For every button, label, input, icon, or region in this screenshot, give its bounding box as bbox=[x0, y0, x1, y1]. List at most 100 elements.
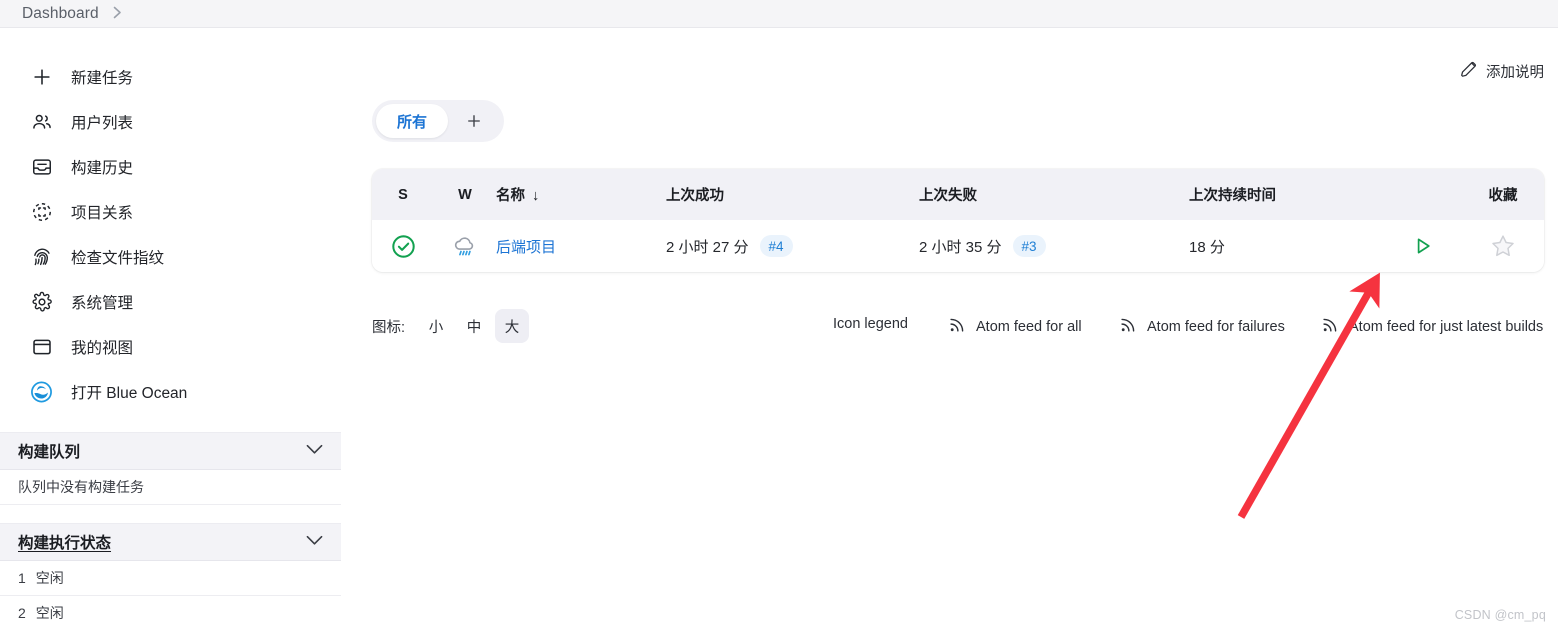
atom-feed-failures-label: Atom feed for failures bbox=[1147, 318, 1285, 335]
table-header-row: S W 名称 ↓ 上次成功 上次失败 上次持续时间 收藏 bbox=[372, 169, 1544, 220]
sidebar-nav-list: 新建任务 用户列表 构建历史 项目关系 检查文件指纹 系统管理 我的视图 打开 … bbox=[0, 28, 341, 414]
icon-legend-link[interactable]: Icon legend bbox=[833, 316, 908, 332]
sidebar-item-label: 系统管理 bbox=[71, 294, 134, 312]
last-failure-build-badge[interactable]: #3 bbox=[1012, 235, 1046, 257]
last-success-time: 2 小时 27 分 bbox=[666, 238, 749, 256]
cell-name: 后端项目 bbox=[496, 220, 666, 272]
status-success-icon[interactable] bbox=[372, 234, 434, 259]
job-name-link[interactable]: 后端项目 bbox=[496, 239, 556, 256]
executor-number: 1 bbox=[18, 570, 26, 586]
table-row: 后端项目 2 小时 27 分 #4 2 小时 35 分 #3 18 分 bbox=[372, 220, 1544, 272]
column-header-favorite[interactable]: 收藏 bbox=[1462, 169, 1544, 220]
column-header-status[interactable]: S bbox=[372, 169, 434, 220]
build-executor-header[interactable]: 构建执行状态 bbox=[0, 523, 341, 561]
sidebar: 新建任务 用户列表 构建历史 项目关系 检查文件指纹 系统管理 我的视图 打开 … bbox=[0, 28, 341, 628]
rss-icon bbox=[1322, 316, 1339, 337]
rss-icon bbox=[1120, 316, 1137, 337]
sidebar-item-label: 构建历史 bbox=[71, 159, 134, 177]
sidebar-item-label: 用户列表 bbox=[71, 114, 134, 132]
view-tabbar: 所有 bbox=[372, 100, 504, 142]
sidebar-item-blue-ocean[interactable]: 打开 Blue Ocean bbox=[0, 369, 341, 414]
column-header-last-duration[interactable]: 上次持续时间 bbox=[1189, 169, 1384, 220]
executor-row: 2 空闲 bbox=[0, 596, 341, 628]
sidebar-item-label: 我的视图 bbox=[71, 339, 134, 357]
icon-legend-label: Icon legend bbox=[833, 316, 908, 332]
tab-all[interactable]: 所有 bbox=[376, 104, 448, 138]
play-icon[interactable] bbox=[1384, 234, 1462, 258]
icon-size-group: 图标: 小 中 大 bbox=[372, 309, 530, 343]
icon-size-large-button[interactable]: 大 bbox=[495, 309, 530, 343]
gear-icon bbox=[30, 290, 53, 313]
atom-feed-all-label: Atom feed for all bbox=[976, 318, 1082, 335]
icon-size-medium-button[interactable]: 中 bbox=[457, 309, 491, 343]
add-view-button[interactable] bbox=[448, 104, 500, 138]
column-header-name-label: 名称 bbox=[496, 188, 525, 204]
column-header-name[interactable]: 名称 ↓ bbox=[496, 169, 666, 220]
build-queue-header[interactable]: 构建队列 bbox=[0, 432, 341, 470]
build-executor-title[interactable]: 构建执行状态 bbox=[18, 531, 111, 553]
atom-feed-all-link[interactable]: Atom feed for all bbox=[949, 316, 1082, 337]
pencil-icon bbox=[1459, 60, 1477, 82]
executor-number: 2 bbox=[18, 605, 26, 621]
sidebar-item-label: 项目关系 bbox=[71, 204, 134, 222]
sidebar-item-build-history[interactable]: 构建历史 bbox=[0, 144, 341, 189]
weather-rain-icon[interactable] bbox=[434, 233, 496, 260]
cell-favorite bbox=[1462, 220, 1544, 272]
cell-run bbox=[1384, 220, 1462, 272]
column-header-run bbox=[1384, 169, 1462, 220]
sidebar-item-project-relations[interactable]: 项目关系 bbox=[0, 189, 341, 234]
icon-size-small-button[interactable]: 小 bbox=[419, 309, 453, 343]
sidebar-item-users[interactable]: 用户列表 bbox=[0, 99, 341, 144]
icon-size-label: 图标: bbox=[372, 319, 406, 336]
plus-icon bbox=[30, 65, 53, 88]
chevron-right-icon bbox=[113, 6, 122, 22]
last-failure-time: 2 小时 35 分 bbox=[919, 238, 1002, 256]
column-header-last-success[interactable]: 上次成功 bbox=[666, 169, 919, 220]
sort-arrow-down-icon: ↓ bbox=[532, 188, 540, 204]
build-queue-empty-text: 队列中没有构建任务 bbox=[18, 479, 144, 495]
main-content: 添加说明 所有 S W 名称 ↓ 上次成功 上次失败 上次持续时间 收藏 后端项… bbox=[341, 28, 1558, 628]
column-header-last-failure[interactable]: 上次失败 bbox=[919, 169, 1189, 220]
window-icon bbox=[30, 335, 53, 358]
sidebar-item-fingerprint[interactable]: 检查文件指纹 bbox=[0, 234, 341, 279]
cell-last-failure: 2 小时 35 分 #3 bbox=[919, 220, 1189, 272]
relations-icon bbox=[30, 200, 53, 223]
build-queue-empty-row: 队列中没有构建任务 bbox=[0, 470, 341, 505]
table-footer: 图标: 小 中 大 Icon legend Atom feed for all bbox=[341, 305, 1558, 349]
sidebar-item-manage-jenkins[interactable]: 系统管理 bbox=[0, 279, 341, 324]
executor-status: 空闲 bbox=[35, 605, 64, 621]
rss-icon bbox=[949, 316, 966, 337]
chevron-down-icon[interactable] bbox=[306, 442, 323, 460]
add-description-label: 添加说明 bbox=[1486, 64, 1544, 81]
sidebar-item-label: 新建任务 bbox=[71, 69, 134, 87]
blue-ocean-icon bbox=[30, 380, 53, 403]
executor-row: 1 空闲 bbox=[0, 561, 341, 596]
inbox-icon bbox=[30, 155, 53, 178]
sidebar-item-new-job[interactable]: 新建任务 bbox=[0, 54, 341, 99]
atom-feed-latest-label: Atom feed for just latest builds bbox=[1349, 318, 1544, 335]
cell-last-duration: 18 分 bbox=[1189, 220, 1384, 272]
atom-feed-latest-link[interactable]: Atom feed for just latest builds bbox=[1322, 316, 1543, 337]
add-description-button[interactable]: 添加说明 bbox=[1459, 60, 1544, 82]
executor-status: 空闲 bbox=[35, 570, 64, 586]
breadcrumb: Dashboard bbox=[0, 0, 1558, 28]
cell-last-success: 2 小时 27 分 #4 bbox=[666, 220, 919, 272]
jobs-table: S W 名称 ↓ 上次成功 上次失败 上次持续时间 收藏 后端项目 2 小时 2… bbox=[372, 169, 1544, 272]
jobs-table-head: S W 名称 ↓ 上次成功 上次失败 上次持续时间 收藏 bbox=[372, 169, 1544, 220]
atom-feed-failures-link[interactable]: Atom feed for failures bbox=[1120, 316, 1285, 337]
column-header-weather[interactable]: W bbox=[434, 169, 496, 220]
fingerprint-icon bbox=[30, 245, 53, 268]
cell-status bbox=[372, 220, 434, 272]
sidebar-item-my-views[interactable]: 我的视图 bbox=[0, 324, 341, 369]
star-outline-icon[interactable] bbox=[1462, 233, 1544, 259]
chevron-down-icon[interactable] bbox=[306, 533, 323, 551]
last-success-build-badge[interactable]: #4 bbox=[759, 235, 793, 257]
sidebar-item-label: 打开 Blue Ocean bbox=[71, 384, 188, 402]
people-icon bbox=[30, 110, 53, 133]
breadcrumb-item-dashboard[interactable]: Dashboard bbox=[22, 5, 99, 23]
watermark: CSDN @cm_pq bbox=[1454, 608, 1546, 622]
sidebar-item-label: 检查文件指纹 bbox=[71, 249, 165, 267]
build-queue-title: 构建队列 bbox=[18, 444, 81, 461]
